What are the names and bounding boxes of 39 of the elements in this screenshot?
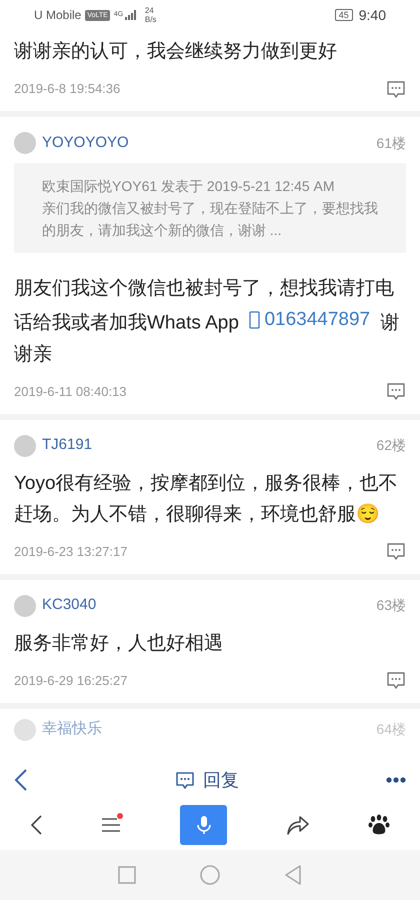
- post-body: 朋友们我这个微信也被封号了，想找我请打电话给我或者加我Whats App 0163447897 谢谢亲: [14, 277, 401, 366]
- speed-unit: B/s: [144, 15, 156, 24]
- speed-value: 24: [144, 6, 155, 15]
- carrier-name: U Mobile: [34, 7, 82, 24]
- signal-icon: [124, 10, 137, 20]
- battery-indicator: 45: [334, 9, 353, 21]
- floor-number: 61楼: [376, 134, 406, 152]
- post-date: 2019-6-8 19:54:36: [14, 80, 120, 98]
- phone-icon: [249, 310, 260, 328]
- comment-icon[interactable]: [386, 382, 406, 401]
- comment-icon: [175, 770, 195, 790]
- comment-icon[interactable]: [386, 542, 406, 561]
- back-icon[interactable]: [14, 768, 28, 792]
- floor-number: 63楼: [376, 596, 406, 615]
- clock: 9:40: [358, 6, 386, 24]
- floor-number: 64楼: [376, 720, 406, 739]
- share-icon[interactable]: [286, 815, 309, 835]
- reply-button[interactable]: 回复: [175, 766, 239, 794]
- phone-link[interactable]: 0163447897: [249, 304, 370, 335]
- comment-icon[interactable]: [386, 80, 406, 98]
- floor-number: 62楼: [376, 436, 406, 455]
- menu-icon[interactable]: [101, 816, 122, 834]
- post-body: Yoyo很有经验，按摩都到位，服务很棒，也不赶场。为人不错，很聊得来，环境也舒服😌: [14, 472, 399, 526]
- username[interactable]: TJ6191: [42, 434, 92, 457]
- more-icon[interactable]: [386, 777, 406, 783]
- microphone-icon: [196, 815, 212, 835]
- post-body: 谢谢亲的认可，我会继续努力做到更好: [14, 40, 338, 64]
- post-date: 2019-6-11 08:40:13: [14, 382, 127, 401]
- username[interactable]: YOYOYOYO: [42, 132, 129, 154]
- back-icon[interactable]: [30, 815, 42, 835]
- post-date: 2019-6-23 13:27:17: [14, 542, 128, 561]
- comment-icon[interactable]: [386, 671, 406, 690]
- voice-button[interactable]: [180, 805, 228, 845]
- quote-header: 欧束国际悦YOY61 发表于 2019-5-21 12:45 AM: [42, 177, 336, 196]
- paw-icon[interactable]: [368, 814, 390, 836]
- username[interactable]: KC3040: [42, 594, 96, 617]
- post-date: 2019-6-29 16:25:27: [14, 672, 128, 690]
- post-body: 服务非常好，人也好相遇: [14, 632, 224, 656]
- quote-text: 亲们我的微信又被封号了，现在登陆不上了，要想找我的朋友，请加我这个新的微信，谢谢 ...: [42, 199, 378, 240]
